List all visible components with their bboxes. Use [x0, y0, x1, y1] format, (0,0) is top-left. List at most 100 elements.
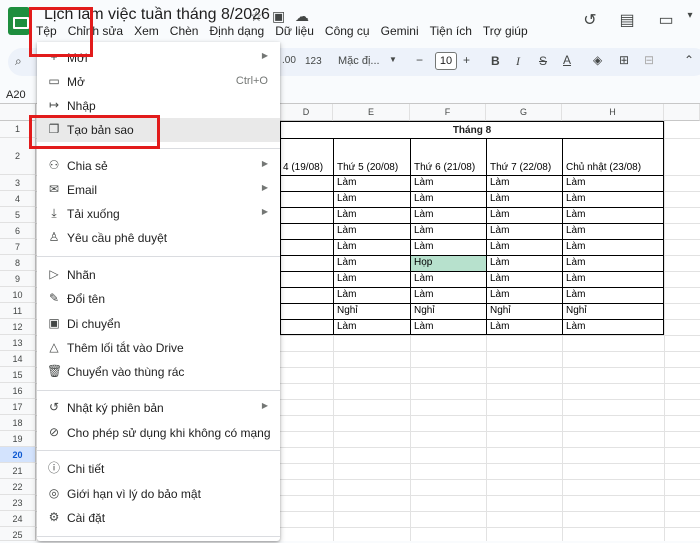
table-cell[interactable]: Nghỉ: [411, 305, 486, 316]
menu-item-email[interactable]: ✉ Email ▶: [37, 178, 280, 202]
menu-view[interactable]: Xem: [134, 24, 159, 42]
table-header-cell[interactable]: Thứ 7 (22/08): [487, 162, 562, 173]
font-family-select[interactable]: Mặc đị...: [338, 55, 380, 67]
row-header[interactable]: 5: [0, 207, 36, 223]
number-format-button[interactable]: 123: [305, 56, 322, 67]
table-cell[interactable]: Làm: [487, 225, 562, 236]
table-cell[interactable]: Làm: [563, 273, 664, 284]
italic-icon[interactable]: I: [516, 54, 520, 69]
menu-item-security-limits[interactable]: ◎ Giới hạn vì lý do bảo mật: [37, 482, 280, 506]
merge-cells-icon[interactable]: ⊟: [644, 53, 654, 67]
table-cell[interactable]: Làm: [334, 209, 410, 220]
menu-item-trash[interactable]: 🗑 Chuyển vào thùng rác: [37, 360, 280, 384]
table-cell[interactable]: Làm: [563, 321, 664, 332]
row-header[interactable]: 22: [0, 479, 36, 495]
name-box[interactable]: A20: [6, 89, 26, 101]
table-cell[interactable]: Làm: [411, 273, 486, 284]
table-cell[interactable]: Làm: [563, 289, 664, 300]
table-cell[interactable]: Họp: [411, 257, 486, 268]
menu-item-version-history[interactable]: ↺ Nhật ký phiên bản ▶: [37, 396, 280, 420]
strikethrough-icon[interactable]: S: [539, 54, 547, 68]
table-cell[interactable]: Làm: [487, 257, 562, 268]
column-header-d[interactable]: D: [280, 104, 333, 121]
move-folder-icon[interactable]: ▣: [272, 8, 285, 25]
menu-data[interactable]: Dữ liệu: [275, 24, 314, 42]
row-header[interactable]: 18: [0, 415, 36, 431]
row-header[interactable]: 16: [0, 383, 36, 399]
menu-insert[interactable]: Chèn: [170, 24, 199, 42]
table-cell[interactable]: Làm: [487, 177, 562, 188]
month-title-cell[interactable]: Tháng 8: [280, 121, 664, 138]
row-header[interactable]: 14: [0, 351, 36, 367]
table-cell[interactable]: Làm: [563, 241, 664, 252]
row-header[interactable]: 3: [0, 175, 36, 191]
table-header-cell[interactable]: 4 (19/08): [280, 162, 333, 173]
column-header-g[interactable]: G: [486, 104, 562, 121]
column-header-h[interactable]: H: [562, 104, 664, 121]
menu-extensions[interactable]: Tiện ích: [430, 24, 472, 42]
table-cell[interactable]: Làm: [334, 225, 410, 236]
table-cell[interactable]: Làm: [334, 241, 410, 252]
table-cell[interactable]: Làm: [563, 225, 664, 236]
table-cell[interactable]: Làm: [563, 257, 664, 268]
menu-item-settings[interactable]: ⚙ Cài đặt: [37, 506, 280, 530]
text-color-icon[interactable]: A: [563, 53, 571, 67]
table-cell[interactable]: Làm: [411, 241, 486, 252]
column-header-i[interactable]: [664, 104, 700, 121]
row-header[interactable]: 15: [0, 367, 36, 383]
row-header[interactable]: 24: [0, 511, 36, 527]
search-menus-icon[interactable]: ⌕: [15, 54, 22, 69]
table-cell[interactable]: Làm: [487, 321, 562, 332]
table-cell[interactable]: Làm: [411, 209, 486, 220]
table-cell[interactable]: Nghỉ: [563, 305, 664, 316]
cloud-status-icon[interactable]: ☁: [295, 8, 309, 25]
menu-item-add-shortcut[interactable]: △ Thêm lối tắt vào Drive: [37, 336, 280, 360]
row-header[interactable]: 21: [0, 463, 36, 479]
menu-item-offline[interactable]: ⊘ Cho phép sử dụng khi không có mạng: [37, 421, 280, 445]
history-icon[interactable]: ↺: [580, 10, 600, 30]
table-cell[interactable]: Làm: [411, 321, 486, 332]
menu-tools[interactable]: Công cụ: [325, 24, 370, 42]
menu-help[interactable]: Trợ giúp: [483, 24, 528, 42]
menu-item-share[interactable]: ⚇ Chia sẻ ▶: [37, 154, 280, 178]
table-cell[interactable]: Nghỉ: [334, 305, 410, 316]
row-header[interactable]: 12: [0, 319, 36, 335]
table-cell[interactable]: Làm: [334, 257, 410, 268]
table-cell[interactable]: Làm: [563, 209, 664, 220]
menu-gemini[interactable]: Gemini: [381, 24, 419, 42]
row-header[interactable]: 7: [0, 239, 36, 255]
font-dropdown-icon[interactable]: ▼: [389, 55, 397, 64]
column-header-f[interactable]: F: [410, 104, 486, 121]
table-cell[interactable]: Làm: [487, 193, 562, 204]
menu-item-details[interactable]: ⓘ Chi tiết: [37, 457, 280, 481]
star-icon[interactable]: ☆: [250, 8, 263, 25]
decimal-increase-button[interactable]: .00: [282, 55, 296, 66]
row-header[interactable]: 13: [0, 335, 36, 351]
table-cell[interactable]: Làm: [411, 177, 486, 188]
table-cell[interactable]: Làm: [487, 209, 562, 220]
table-cell[interactable]: Làm: [563, 177, 664, 188]
table-cell[interactable]: Nghỉ: [487, 305, 562, 316]
fill-color-icon[interactable]: ◈: [593, 53, 602, 67]
table-cell[interactable]: Làm: [334, 321, 410, 332]
table-cell[interactable]: Làm: [487, 241, 562, 252]
meet-icon[interactable]: ▭: [656, 10, 676, 30]
menu-item-rename[interactable]: ✎ Đổi tên: [37, 287, 280, 311]
table-cell[interactable]: Làm: [334, 289, 410, 300]
column-header-e[interactable]: E: [333, 104, 410, 121]
menu-item-move[interactable]: ▣ Di chuyển: [37, 312, 280, 336]
table-cell[interactable]: Làm: [334, 193, 410, 204]
table-cell[interactable]: Làm: [487, 273, 562, 284]
bold-icon[interactable]: B: [491, 54, 500, 68]
row-header[interactable]: 17: [0, 399, 36, 415]
row-header[interactable]: 10: [0, 287, 36, 303]
table-cell[interactable]: Làm: [411, 193, 486, 204]
comment-icon[interactable]: ▤: [617, 10, 637, 30]
table-cell[interactable]: Làm: [411, 289, 486, 300]
menu-item-approvals[interactable]: ♙ Yêu cầu phê duyệt: [37, 226, 280, 250]
font-size-increase-button[interactable]: +: [463, 53, 470, 67]
table-cell[interactable]: Làm: [563, 193, 664, 204]
row-header[interactable]: 11: [0, 303, 36, 319]
table-cell[interactable]: Làm: [487, 289, 562, 300]
chevron-down-icon[interactable]: ▾: [680, 10, 700, 30]
